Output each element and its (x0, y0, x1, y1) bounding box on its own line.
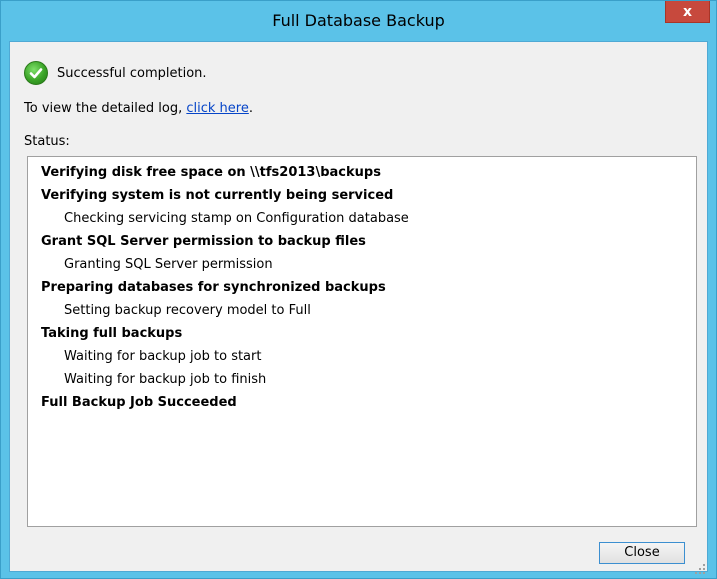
status-substep: Setting backup recovery model to Full (64, 303, 311, 318)
log-row: To view the detailed log, click here. (24, 101, 253, 116)
window-title: Full Database Backup (272, 11, 445, 30)
window-close-button[interactable]: x (665, 1, 710, 23)
result-message: Successful completion. (57, 65, 207, 81)
title-bar[interactable]: Full Database Backup x (1, 1, 716, 41)
status-step: Verifying system is not currently being … (41, 188, 394, 203)
detailed-log-link[interactable]: click here (186, 101, 248, 116)
dialog-window: Full Database Backup x Successful comple… (0, 0, 717, 579)
status-step: Verifying disk free space on \\tfs2013\b… (41, 165, 381, 180)
success-check-icon (24, 61, 48, 85)
log-prefix: To view the detailed log, (24, 101, 187, 116)
resize-grip-icon[interactable] (695, 559, 705, 574)
status-step: Grant SQL Server permission to backup fi… (41, 234, 366, 249)
status-step: Preparing databases for synchronized bac… (41, 280, 386, 295)
status-list[interactable]: Verifying disk free space on \\tfs2013\b… (27, 156, 697, 527)
close-button[interactable]: Close (599, 542, 685, 564)
status-label: Status: (24, 134, 70, 149)
log-suffix: . (248, 101, 253, 116)
result-row: Successful completion. (24, 60, 207, 86)
status-substep: Granting SQL Server permission (64, 257, 273, 272)
status-step: Taking full backups (41, 326, 183, 341)
status-substep: Checking servicing stamp on Configuratio… (64, 211, 409, 226)
status-substep: Waiting for backup job to start (64, 349, 262, 364)
status-substep: Waiting for backup job to finish (64, 372, 267, 387)
dialog-content: Successful completion. To view the detai… (9, 41, 708, 574)
status-step: Full Backup Job Succeeded (41, 395, 237, 410)
